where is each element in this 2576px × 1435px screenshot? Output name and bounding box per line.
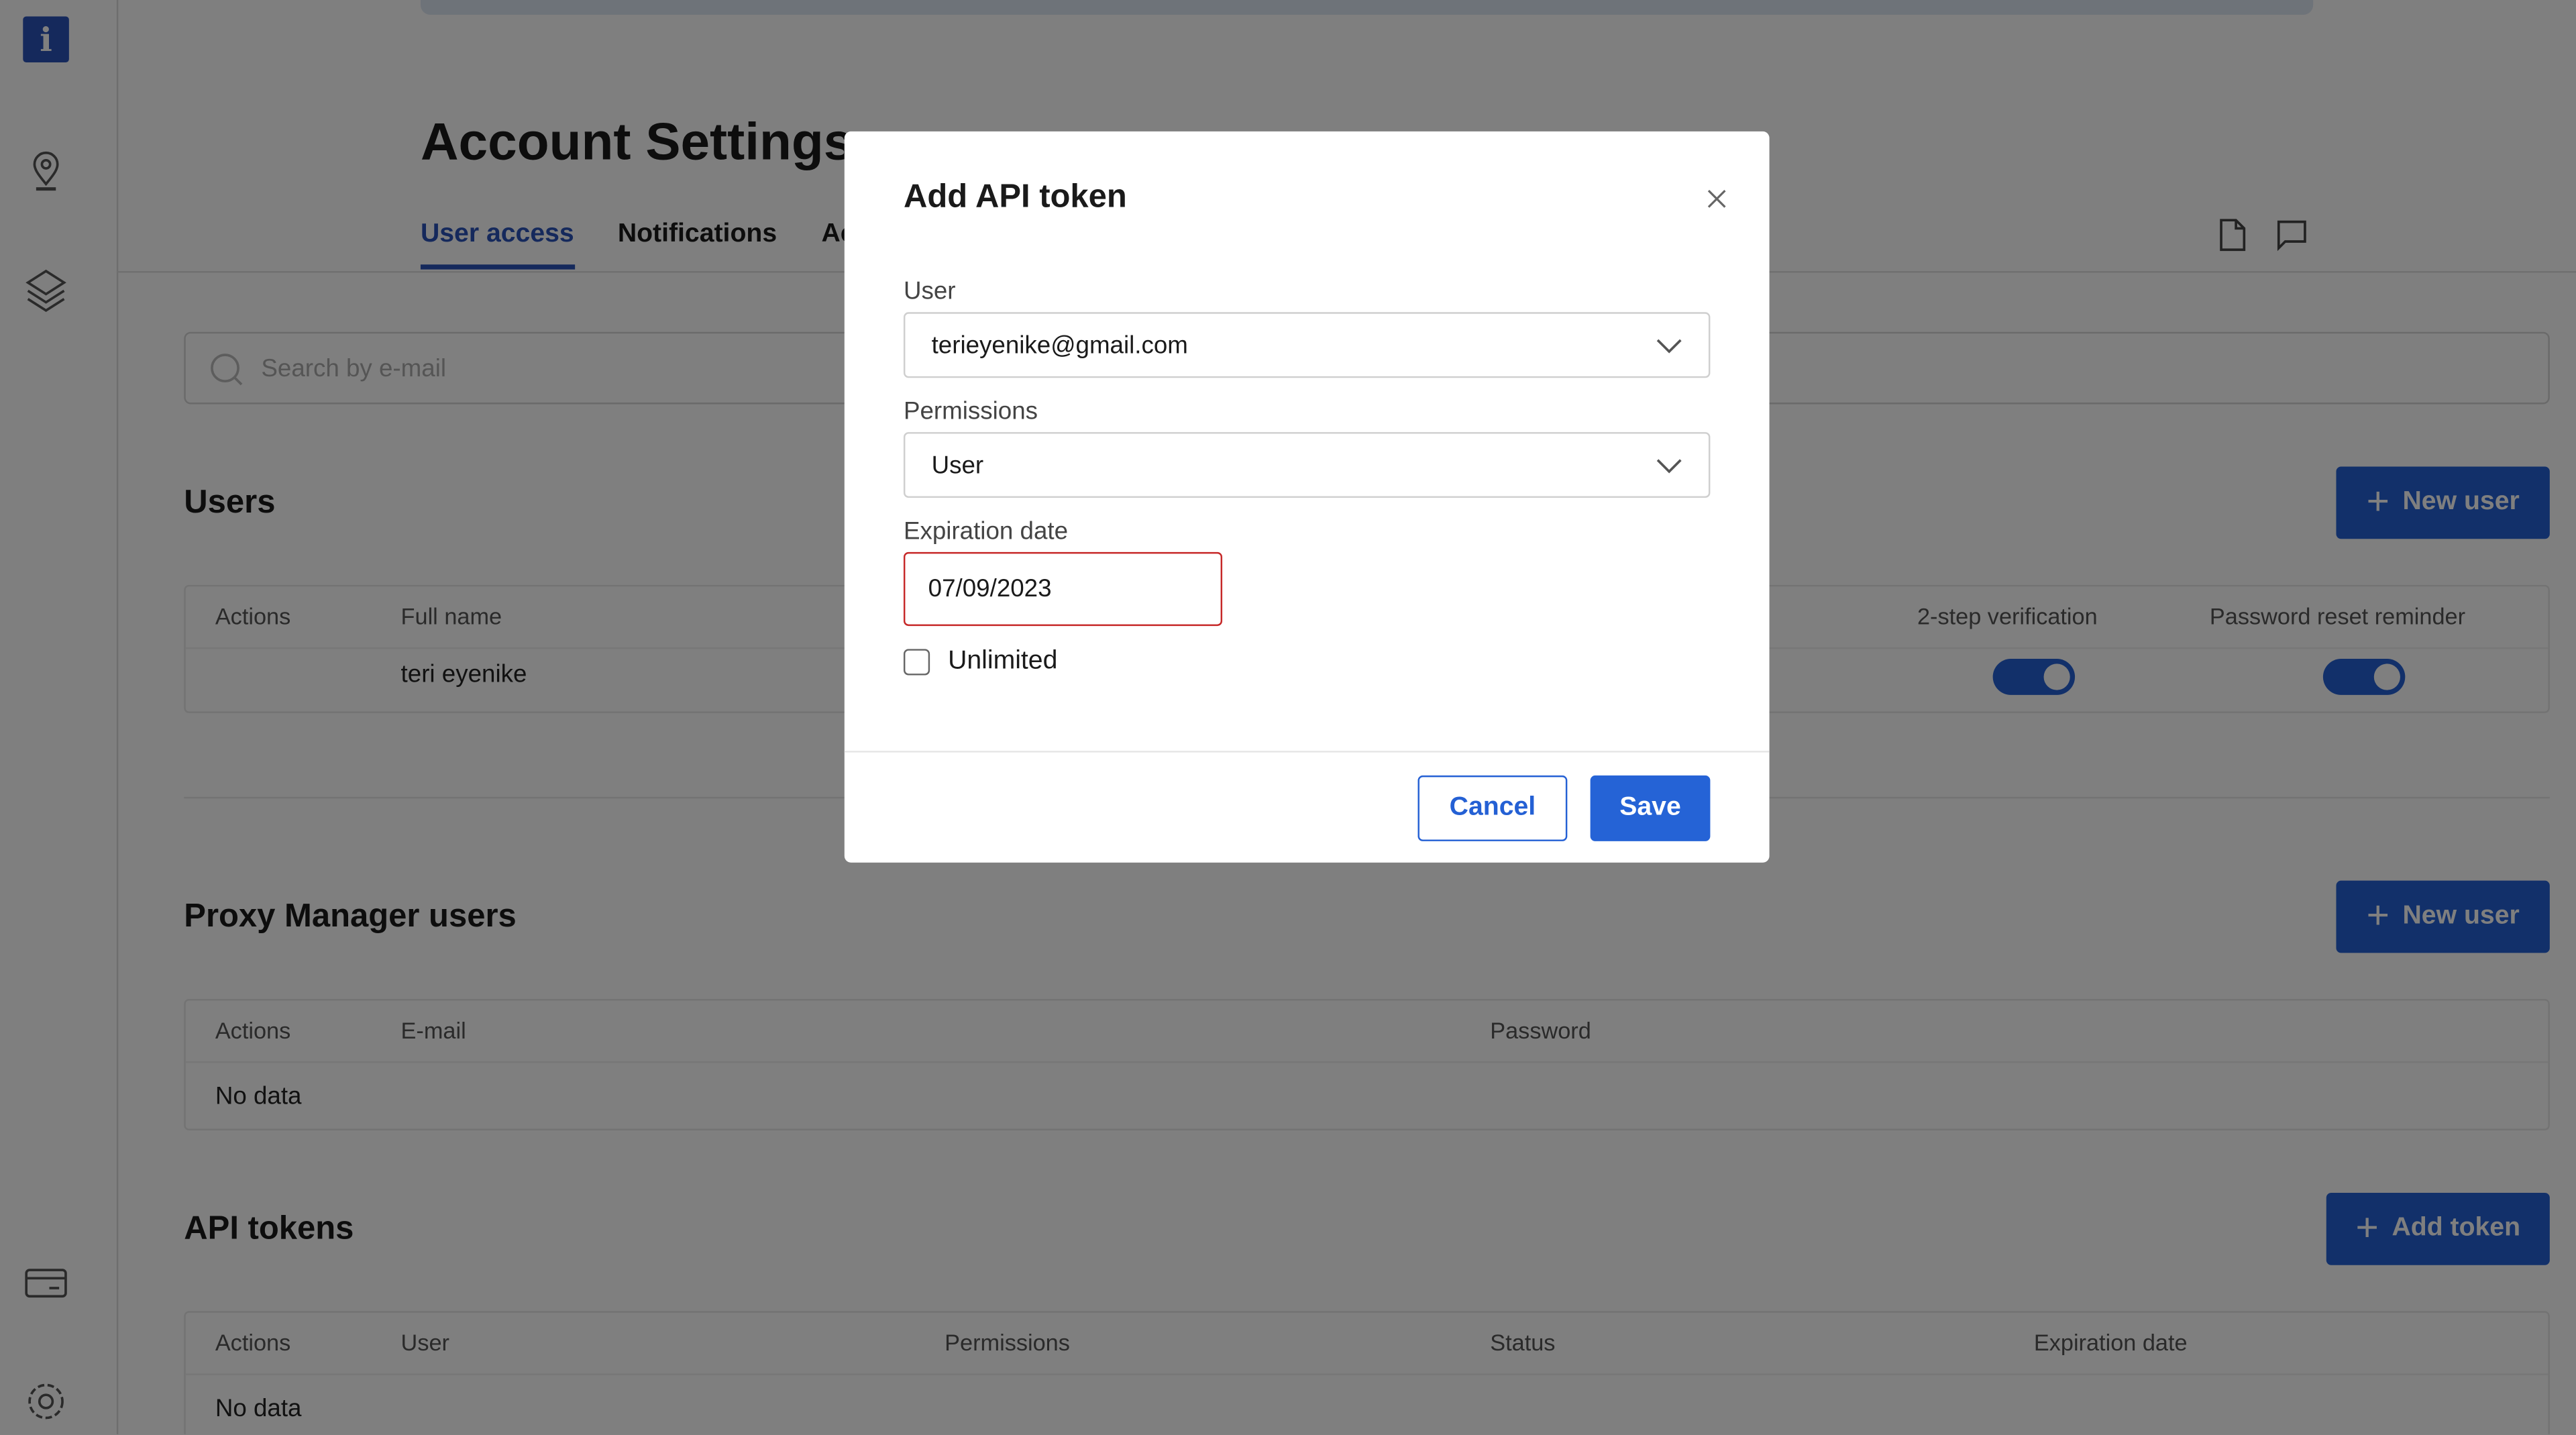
user-select[interactable]: terieyenike@gmail.com (903, 312, 1711, 378)
permissions-label: Permissions (903, 397, 1038, 426)
unlimited-label: Unlimited (948, 647, 1058, 676)
close-icon[interactable] (1705, 187, 1728, 210)
chevron-down-icon (1656, 459, 1682, 474)
permissions-select[interactable]: User (903, 432, 1711, 498)
dialog-title: Add API token (903, 178, 1127, 215)
user-label: User (903, 277, 956, 306)
dialog-footer-divider (844, 751, 1770, 753)
save-button[interactable]: Save (1590, 775, 1711, 841)
expiration-date-input[interactable]: 07/09/2023 (903, 551, 1223, 627)
unlimited-checkbox[interactable] (903, 649, 930, 676)
expiration-value: 07/09/2023 (928, 575, 1052, 603)
permissions-value: User (931, 451, 984, 479)
chevron-down-icon (1656, 339, 1682, 354)
expiration-label: Expiration date (903, 517, 1069, 546)
add-api-token-dialog: Add API token User terieyenike@gmail.com… (844, 131, 1770, 863)
user-value: terieyenike@gmail.com (931, 331, 1188, 360)
cancel-button[interactable]: Cancel (1417, 775, 1568, 841)
